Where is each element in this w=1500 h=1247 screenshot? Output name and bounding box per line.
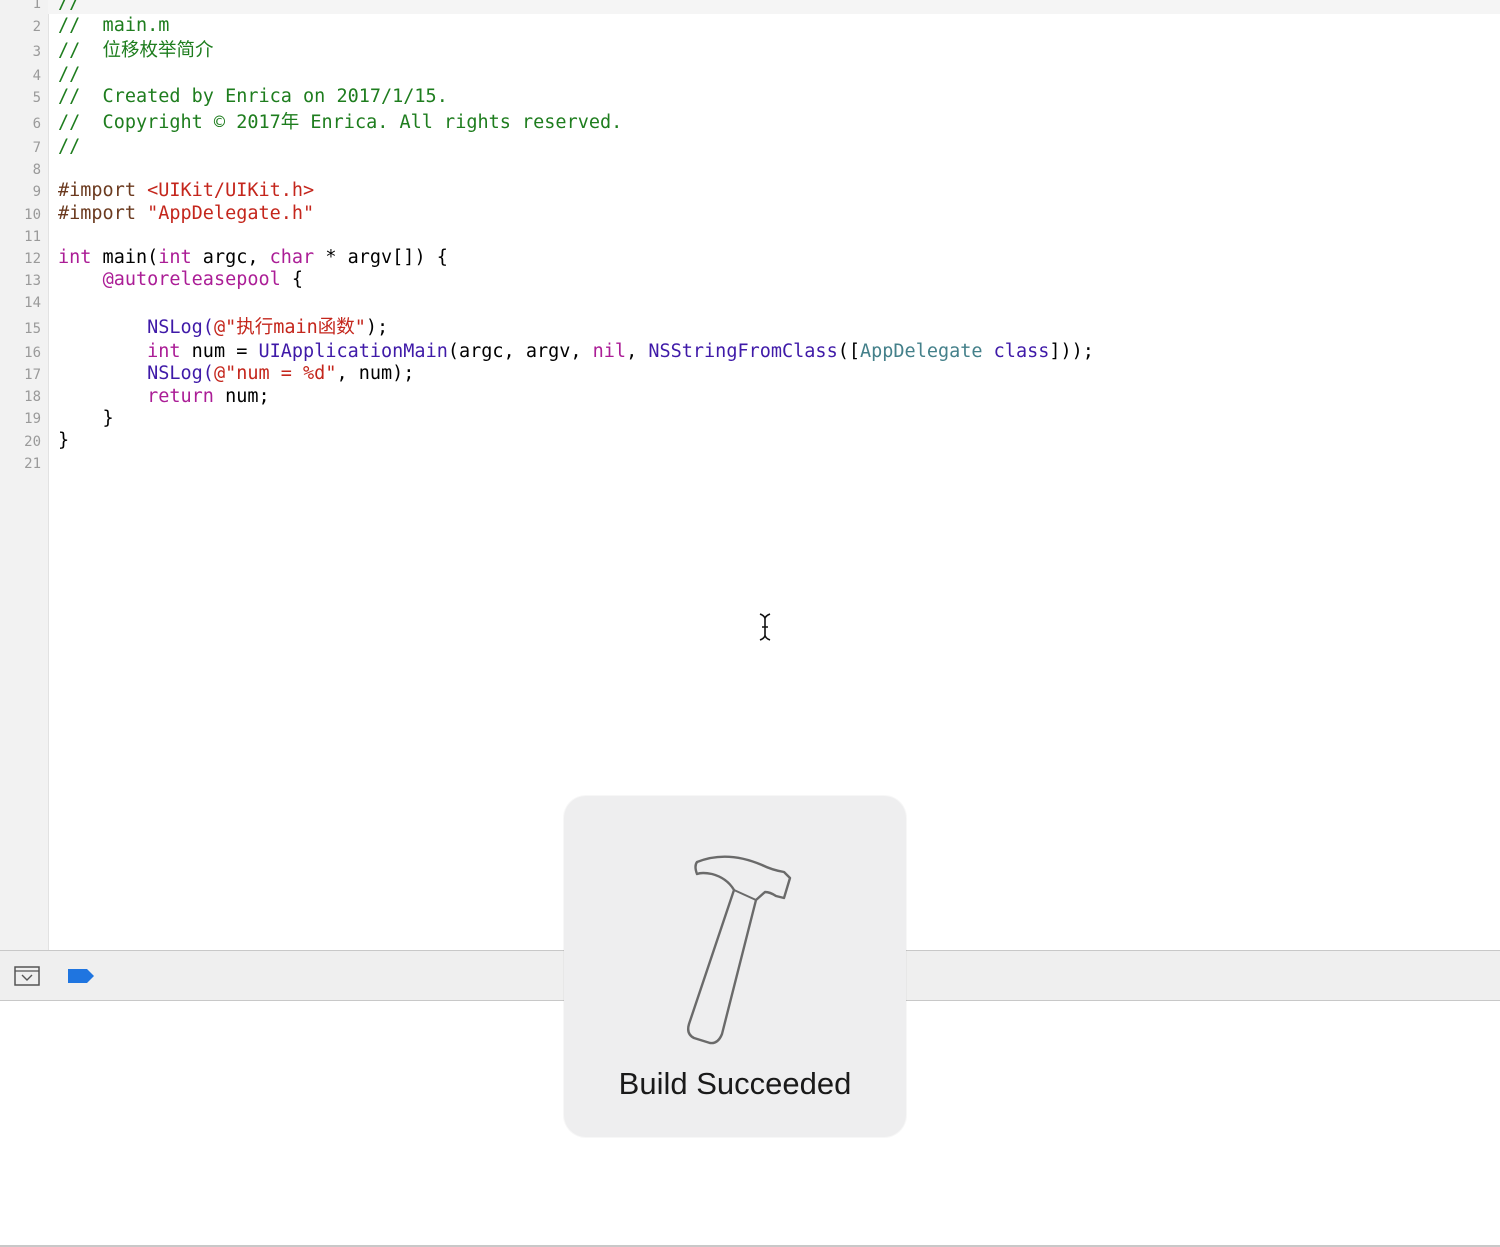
class-name: AppDelegate [860,341,983,362]
line-number: 17 [24,367,41,383]
code-line-2: // main.m [58,15,170,36]
function-call: NSLog( [147,363,214,384]
line-number: 15 [24,321,41,337]
line-number: 13 [24,273,41,289]
current-line-highlight [48,0,1500,14]
code-line-16: int num = UIApplicationMain(argc, argv, … [58,341,1094,363]
line-number: 14 [24,295,41,311]
import-path: "AppDelegate.h" [147,203,315,224]
keyword: char [269,247,315,268]
code-text: { [280,269,304,290]
line-number: 4 [32,68,41,84]
keyword: return [147,386,214,407]
code-line-10: #import "AppDelegate.h" [58,203,314,225]
hammer-icon [672,848,797,1052]
line-number: 10 [24,207,41,223]
keyword: nil [592,341,627,362]
code-line-1: // [58,0,81,13]
line-number: 9 [32,184,41,200]
code-text: ([ [837,341,860,362]
line-number: 19 [24,411,41,427]
line-number: 6 [32,116,41,132]
code-line-9: #import <UIKit/UIKit.h> [58,180,314,202]
import-directive: #import [58,180,148,201]
code-line-13: @autoreleasepool { [58,269,304,291]
keyword: int [58,247,92,268]
code-line-4: // [58,64,81,85]
function-call: NSLog( [147,317,214,338]
line-number: 8 [32,162,41,178]
string-literal: @"执行main函数" [213,317,366,338]
code-line-17: NSLog(@"num = %d", num); [58,363,414,385]
line-number: 3 [32,44,41,60]
code-line-12: int main(int argc, char * argv[]) { [58,247,448,269]
line-number: 20 [24,434,41,450]
text-cursor-icon [755,612,775,646]
code-text: num; [213,386,270,407]
code-line-19: } [58,408,114,429]
breakpoint-toggle-icon[interactable] [67,968,95,988]
method-call: class [993,341,1050,362]
code-text: * argv[]) { [314,247,448,268]
code-text: , num); [336,363,415,384]
line-number: 11 [24,229,41,245]
line-number: 5 [32,90,41,106]
code-line-20: } [58,430,70,451]
line-number: 16 [24,345,41,361]
function-call: NSStringFromClass [648,341,838,362]
line-number: 7 [32,140,41,156]
line-number: 2 [32,19,41,35]
code-text: ])); [1049,341,1094,362]
build-status-label: Build Succeeded [618,1066,852,1101]
keyword: @autoreleasepool [102,269,281,290]
import-path: <UIKit/UIKit.h> [147,180,315,201]
code-text: num = [180,341,259,362]
code-text: ); [365,317,389,338]
code-line-3: // 位移枚举简介 [58,40,214,61]
keyword: int [147,341,181,362]
string-literal: @"num = %d" [213,363,337,384]
hide-debug-area-icon[interactable] [14,966,40,990]
code-line-18: return num; [58,386,270,408]
code-text: , [626,341,649,362]
line-number: 1 [32,0,41,12]
import-directive: #import [58,203,148,224]
code-line-7: // [58,136,81,157]
code-line-5: // Created by Enrica on 2017/1/15. [58,86,448,107]
function-call: UIApplicationMain [258,341,448,362]
code-text: argc, [191,247,270,268]
code-text: main( [91,247,159,268]
code-text: (argc, argv, [447,341,593,362]
line-number-gutter: 1 2 3 4 5 6 7 8 9 10 11 12 13 14 15 16 17 18 19 20 21 [0,0,49,950]
line-number: 12 [24,251,41,267]
line-number: 21 [24,456,41,472]
line-number: 18 [24,389,41,405]
keyword: int [158,247,192,268]
code-line-15: NSLog(@"执行main函数"); [58,317,388,339]
code-line-6: // Copyright © 2017年 Enrica. All rights … [58,112,623,133]
